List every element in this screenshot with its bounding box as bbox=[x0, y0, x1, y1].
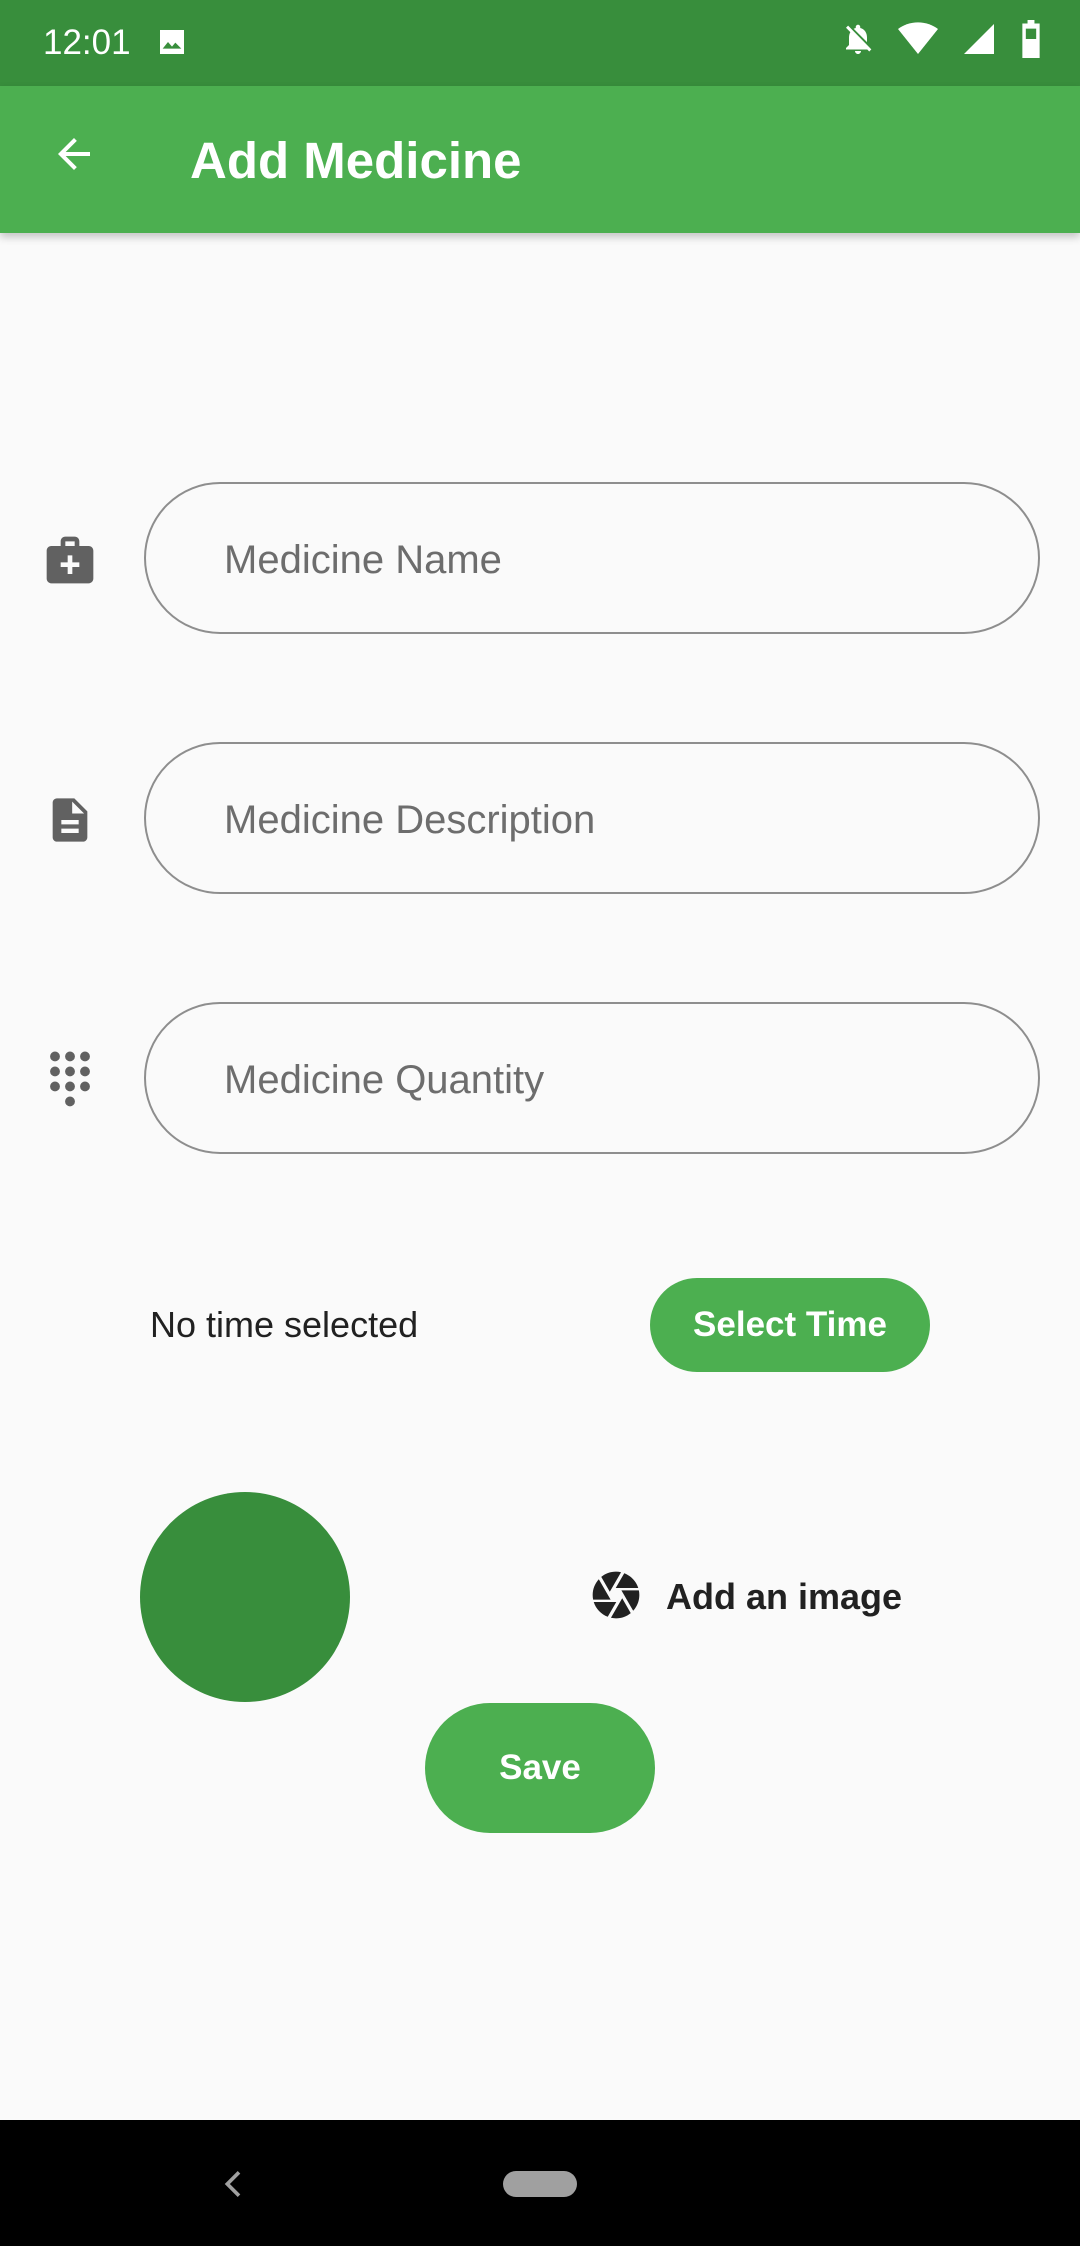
add-image-button[interactable]: Add an image bbox=[588, 1568, 902, 1626]
status-time: 12:01 bbox=[43, 23, 131, 62]
document-icon bbox=[40, 790, 100, 850]
medicine-quantity-placeholder: Medicine Quantity bbox=[224, 1058, 545, 1102]
save-button[interactable]: Save bbox=[425, 1703, 655, 1833]
signal-icon bbox=[960, 21, 998, 62]
medicine-name-input[interactable]: Medicine Name bbox=[144, 482, 1040, 634]
system-nav-bar bbox=[0, 2120, 1080, 2246]
arrow-back-icon[interactable] bbox=[44, 124, 104, 184]
medicine-name-placeholder: Medicine Name bbox=[224, 538, 502, 582]
nav-home-pill[interactable] bbox=[503, 2171, 577, 2197]
image-icon bbox=[156, 26, 188, 63]
app-bar: Add Medicine bbox=[0, 86, 1080, 233]
page-title: Add Medicine bbox=[190, 132, 522, 189]
select-time-button[interactable]: Select Time bbox=[650, 1278, 930, 1372]
camera-shutter-icon bbox=[588, 1567, 644, 1628]
status-icons bbox=[840, 20, 1042, 63]
image-preview-avatar bbox=[140, 1492, 350, 1702]
time-status: No time selected bbox=[150, 1304, 419, 1345]
medicine-quantity-row: Medicine Quantity bbox=[0, 1002, 1080, 1158]
medical-bag-icon bbox=[40, 530, 100, 590]
wifi-icon bbox=[898, 21, 938, 62]
medicine-description-placeholder: Medicine Description bbox=[224, 798, 596, 842]
add-image-label: Add an image bbox=[666, 1576, 903, 1617]
dialpad-icon bbox=[40, 1050, 100, 1110]
nav-back-icon[interactable] bbox=[214, 2164, 254, 2204]
battery-icon bbox=[1020, 20, 1042, 63]
status-bar: 12:01 bbox=[0, 0, 1080, 86]
notifications-off-icon bbox=[840, 21, 876, 62]
medicine-description-row: Medicine Description bbox=[0, 742, 1080, 898]
medicine-description-input[interactable]: Medicine Description bbox=[144, 742, 1040, 894]
medicine-quantity-input[interactable]: Medicine Quantity bbox=[144, 1002, 1040, 1154]
medicine-name-row: Medicine Name bbox=[0, 482, 1080, 638]
